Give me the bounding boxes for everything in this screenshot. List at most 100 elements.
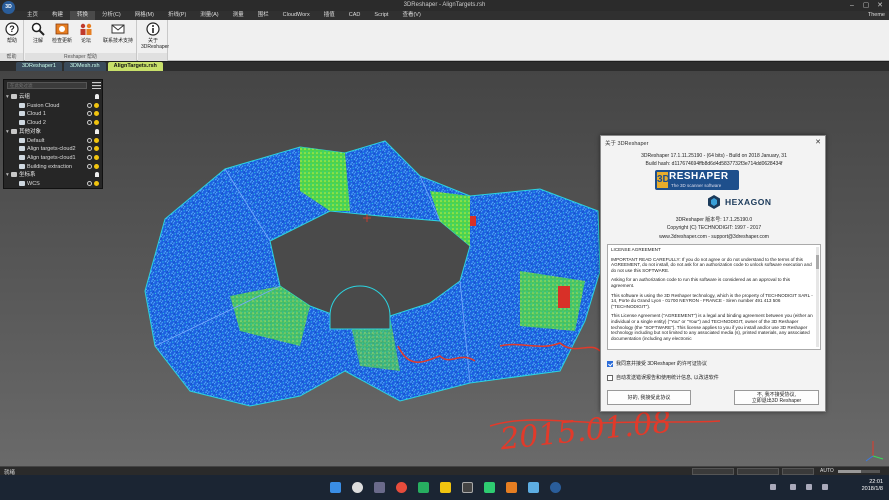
send-reports-checkbox[interactable]: 自动发送错误报告和使用统计信息, 以改进软件: [607, 374, 719, 381]
pin-icon[interactable]: [95, 172, 99, 178]
menu-item-measure[interactable]: 测量: [226, 11, 251, 20]
menu-item-view[interactable]: 查看(V): [395, 11, 427, 20]
clock[interactable]: 22:01 2018/1/8: [862, 479, 883, 493]
light-bulb-icon[interactable]: [94, 146, 99, 152]
tree-item[interactable]: Cloud 2: [6, 119, 102, 127]
license-scrollbar[interactable]: [816, 247, 819, 347]
menu-item-polyline[interactable]: 折线(P): [161, 11, 193, 20]
close-icon[interactable]: ✕: [815, 138, 821, 146]
forum-button[interactable]: 论坛: [74, 22, 98, 50]
visibility-icon[interactable]: [87, 137, 92, 143]
tree-category[interactable]: ▾ 坐标系: [6, 171, 102, 179]
about-button[interactable]: 关于 3DReshaper: [141, 22, 169, 50]
pin-icon[interactable]: [95, 128, 99, 134]
menu-item-script[interactable]: Script: [367, 11, 395, 20]
app-logo-icon[interactable]: 3D: [2, 1, 15, 14]
close-icon[interactable]: ✕: [873, 0, 887, 11]
light-bulb-icon[interactable]: [94, 154, 99, 160]
menu-item-transform[interactable]: 转换: [70, 11, 96, 20]
visibility-icon[interactable]: [87, 163, 92, 169]
engine-version: 3DReshaper 版本号: 17.1.25190.0: [675, 217, 753, 223]
build-hash: Build hash: d117674694ffb8d6d4d5837732f3…: [645, 161, 783, 167]
terminal-icon[interactable]: [462, 482, 473, 493]
tree-item-toggles: [87, 154, 99, 160]
license-paragraph: This License Agreement ("AGREEMENT") is …: [611, 313, 813, 341]
visibility-icon[interactable]: [87, 181, 92, 186]
zoom-slider[interactable]: [838, 470, 880, 473]
document-tabs: 3DReshaper1 3DMesh.rsh AlignTargets.rsh: [0, 62, 889, 71]
check-update-label: 检查更新: [51, 38, 72, 44]
tree-item[interactable]: WCS: [6, 180, 102, 188]
tab-3dmesh[interactable]: 3DMesh.rsh: [63, 62, 106, 71]
theme-button[interactable]: Theme: [868, 11, 885, 20]
check-update-button[interactable]: 检查更新: [50, 22, 74, 50]
tree-item[interactable]: Default: [6, 137, 102, 145]
light-bulb-icon[interactable]: [94, 137, 99, 143]
menu-icon[interactable]: [92, 82, 101, 89]
app-icon[interactable]: [418, 482, 429, 493]
visibility-icon[interactable]: [87, 146, 92, 152]
minimize-icon[interactable]: –: [845, 0, 859, 11]
app-icon[interactable]: [528, 482, 539, 493]
menu-item-home[interactable]: 主页: [20, 11, 45, 20]
tree-item[interactable]: Align targets-cloud1: [6, 154, 102, 162]
maximize-icon[interactable]: ▢: [859, 0, 873, 11]
light-bulb-icon[interactable]: [94, 181, 99, 186]
start-icon[interactable]: [330, 482, 341, 493]
menu-item-build[interactable]: 构建: [45, 11, 70, 20]
annotate-button[interactable]: 注解: [26, 22, 50, 50]
checkbox-icon[interactable]: [607, 374, 613, 381]
folder-icon[interactable]: [440, 482, 451, 493]
search-icon[interactable]: [352, 482, 363, 493]
light-bulb-icon[interactable]: [94, 163, 99, 169]
decline-button[interactable]: 不, 我不接受协议, 立即退出3D Reshaper: [734, 390, 819, 405]
menu-item-interpolate[interactable]: 插值: [317, 11, 342, 20]
browser-icon[interactable]: [396, 482, 407, 493]
tab-aligntargets[interactable]: AlignTargets.rsh: [107, 62, 163, 71]
copyright: Copyright (C) TECHNODIGIT: 1997 - 2017: [666, 225, 762, 231]
task-view-icon[interactable]: [374, 482, 385, 493]
tree-item[interactable]: Cloud 1: [6, 110, 102, 118]
website-links[interactable]: www.3dreshaper.com - support@3dreshaper.…: [601, 234, 827, 240]
menu-item-measure-a[interactable]: 测量(A): [193, 11, 225, 20]
visibility-icon[interactable]: [87, 102, 92, 108]
cloud-icon: [19, 111, 25, 117]
auto-label[interactable]: AUTO: [820, 468, 834, 474]
checkbox-icon[interactable]: [607, 360, 613, 367]
light-bulb-icon[interactable]: [94, 120, 99, 126]
tree-category[interactable]: ▾ 其他对象: [6, 128, 102, 136]
contact-support-button[interactable]: 联系技术支持: [101, 22, 135, 50]
menu-item-analysis[interactable]: 分析(C): [95, 11, 128, 20]
battery-icon[interactable]: [822, 484, 828, 490]
menu-item-fence[interactable]: 围栏: [251, 11, 276, 20]
3dreshaper-taskbar-icon[interactable]: [550, 482, 561, 493]
tray-icon[interactable]: [770, 484, 776, 490]
license-text-area[interactable]: LICENSE AGREEMENT IMPORTANT READ CAREFUL…: [607, 244, 821, 350]
folder-icon: [11, 94, 17, 100]
tree-category[interactable]: ▾ 云组: [6, 93, 102, 101]
accept-button[interactable]: 好的, 我接受此协议: [607, 390, 691, 405]
visibility-icon[interactable]: [87, 111, 92, 117]
app-icon[interactable]: [484, 482, 495, 493]
light-bulb-icon[interactable]: [94, 111, 99, 117]
tree-filter-input[interactable]: [7, 82, 87, 89]
app-icon[interactable]: [506, 482, 517, 493]
light-bulb-icon[interactable]: [94, 102, 99, 108]
tab-3dreshaper1[interactable]: 3DReshaper1: [16, 62, 62, 71]
menu-item-cad[interactable]: CAD: [342, 11, 368, 20]
menu-item-cloudworx[interactable]: CloudWorx: [276, 11, 317, 20]
accept-license-checkbox[interactable]: 我同意并接受 3DReshaper 的许可证协议: [607, 360, 707, 367]
tree-item[interactable]: Building extraction: [6, 163, 102, 171]
pin-icon[interactable]: [95, 94, 99, 99]
tree-item-label: 云组: [19, 94, 31, 100]
network-icon[interactable]: [790, 484, 796, 490]
volume-icon[interactable]: [806, 484, 812, 490]
help-button[interactable]: ? 帮助: [0, 22, 24, 50]
visibility-icon[interactable]: [87, 120, 92, 126]
visibility-icon[interactable]: [87, 154, 92, 160]
menu-item-mesh[interactable]: 网格(M): [128, 11, 161, 20]
tree-item[interactable]: Align targets-cloud2: [6, 145, 102, 153]
axis-gizmo[interactable]: [865, 441, 884, 462]
title-bar: 3DReshaper - AlignTargets.rsh – ▢ ✕: [0, 0, 889, 11]
tree-item[interactable]: Fusion Cloud: [6, 102, 102, 110]
